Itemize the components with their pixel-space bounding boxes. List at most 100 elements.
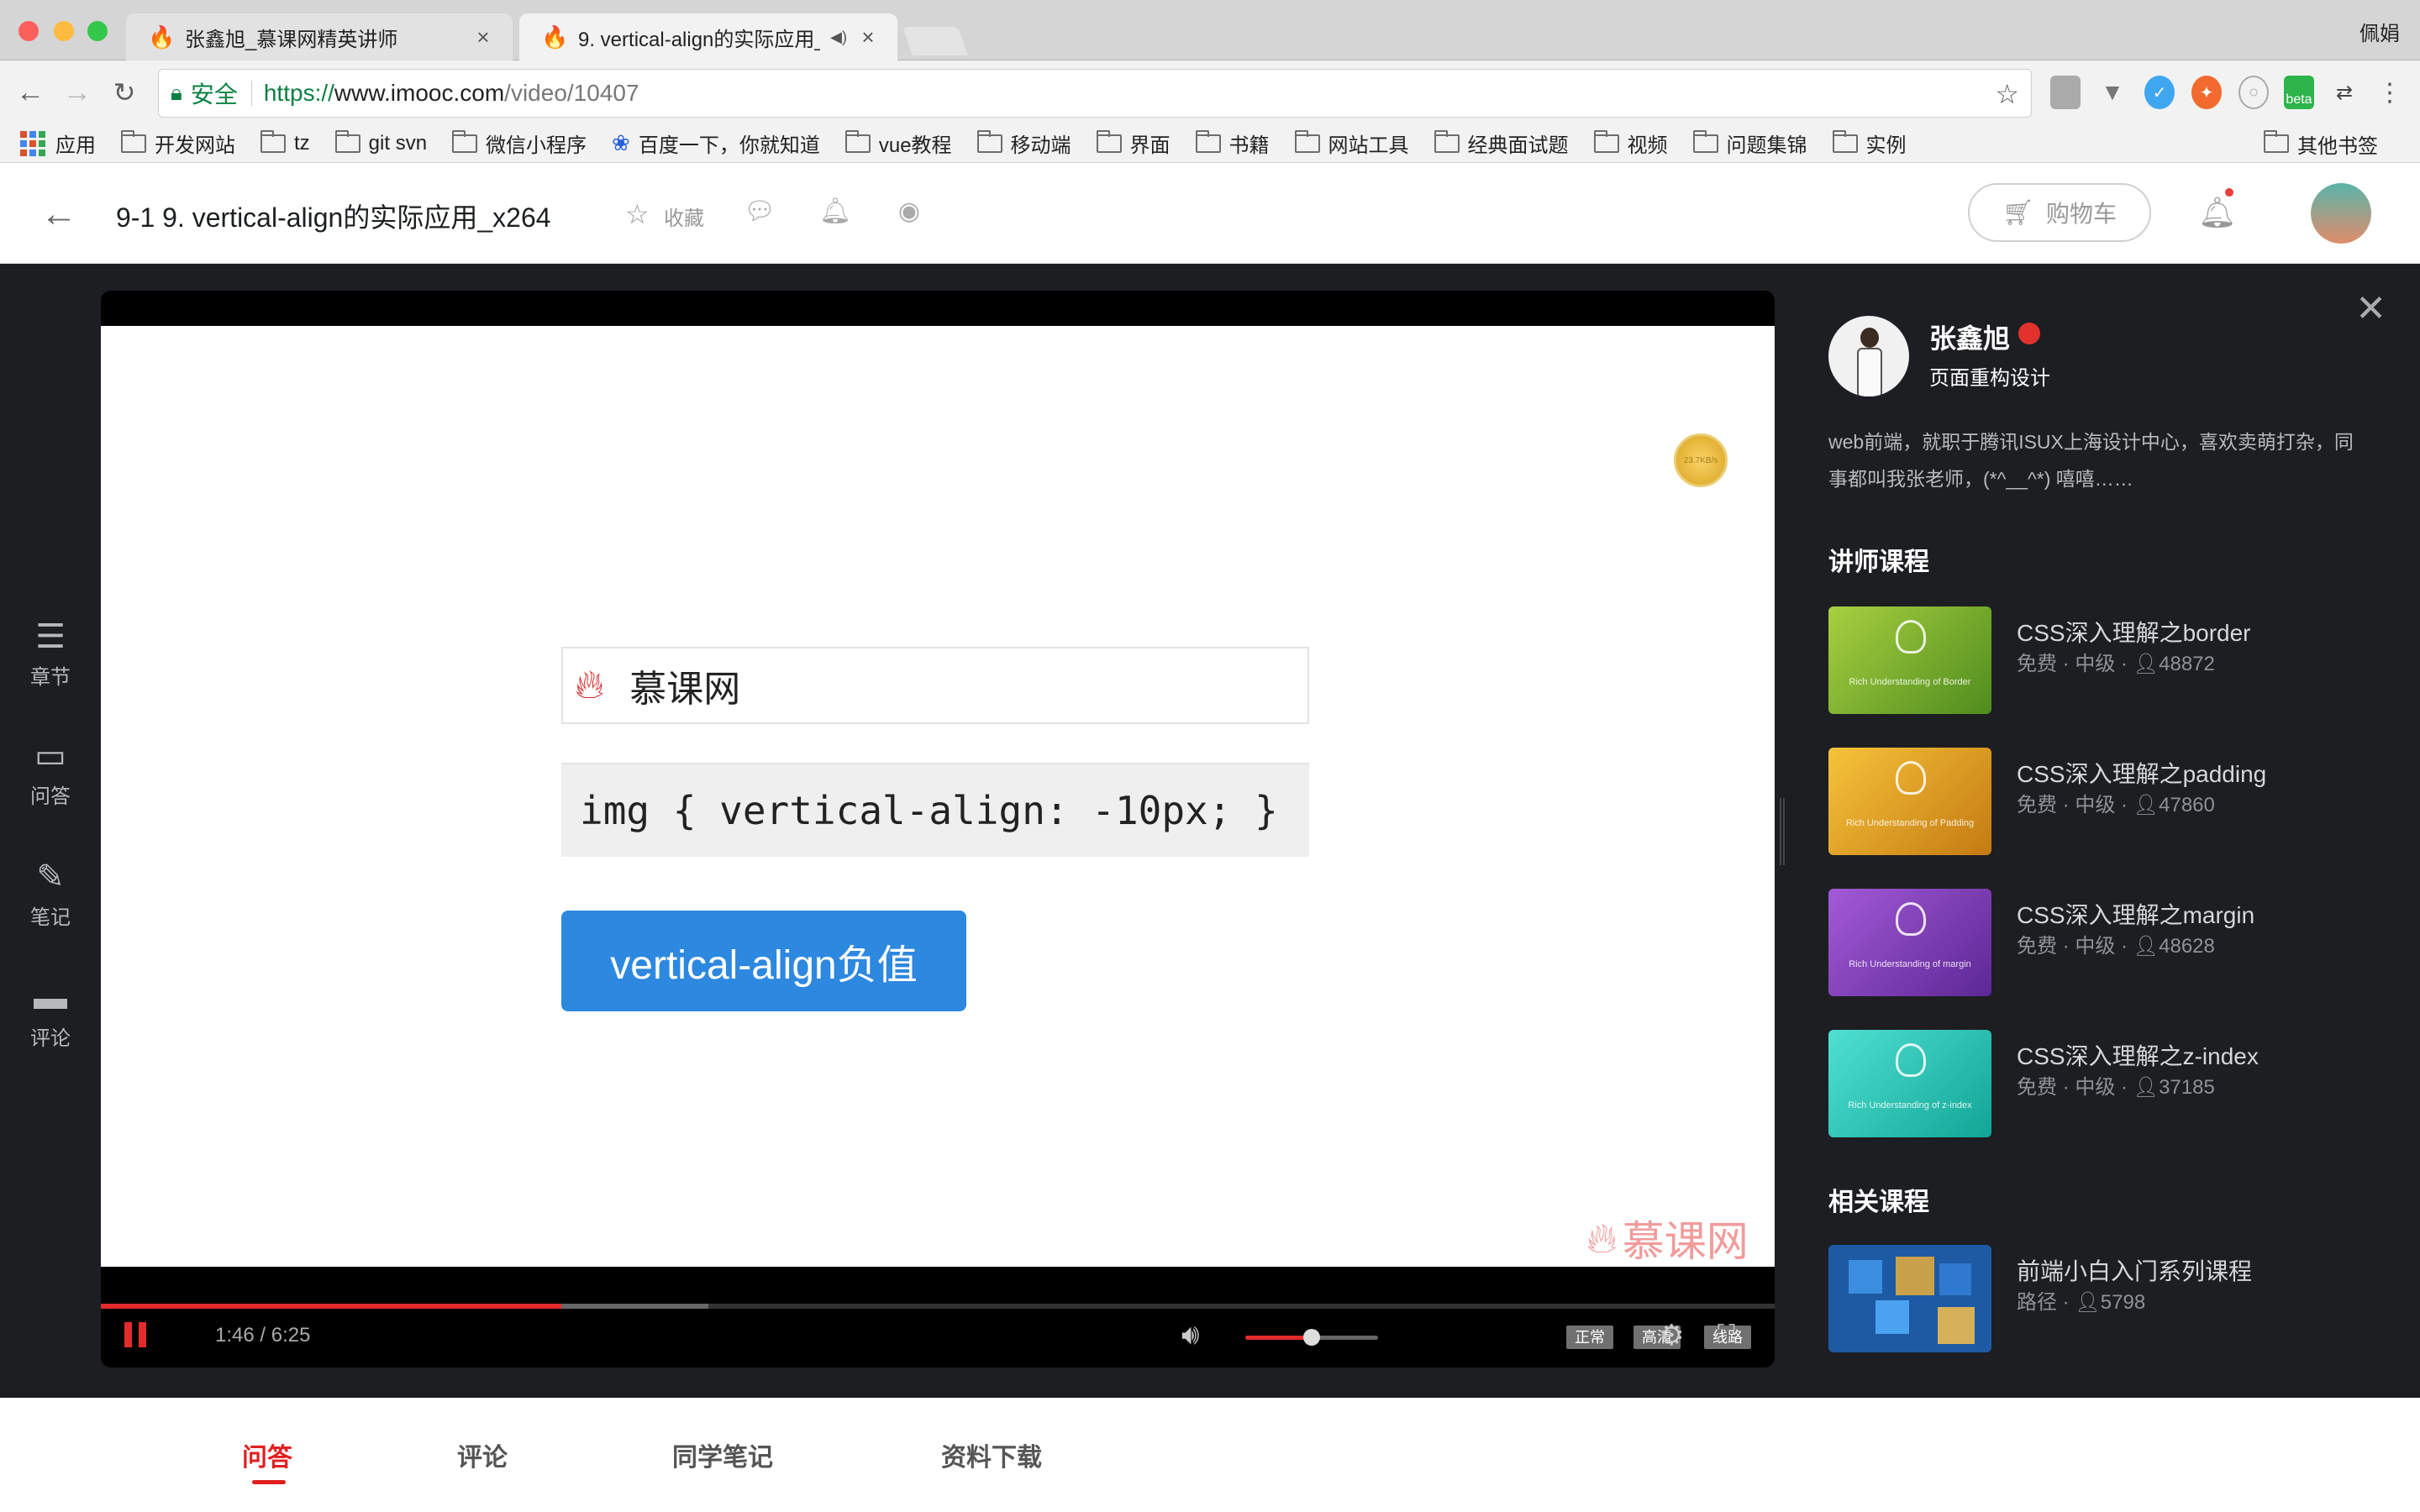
course-title[interactable]: CSS深入理解之margin: [2017, 897, 2254, 931]
extension-vue-icon[interactable]: ▼: [2097, 76, 2128, 109]
forward-icon[interactable]: →: [54, 69, 101, 116]
course-meta: 免费 · 中级 · 👤︎48872: [2017, 653, 2215, 675]
fullscreen-icon[interactable]: ⛶: [1718, 1320, 1735, 1349]
content-tabs: 问答 评论 同学笔记 资料下载: [0, 1398, 2420, 1512]
video-player[interactable]: 23.7KB/s 🔥︎ 慕课网 img { vertical-align: -1…: [101, 291, 1775, 1368]
course-card[interactable]: Rich Understanding of Border CSS深入理解之bor…: [1828, 606, 2417, 716]
tab-comments[interactable]: 评论: [457, 1436, 508, 1473]
bookmark-other[interactable]: 其他书签: [2264, 124, 2378, 163]
related-courses-heading: 相关课程: [1828, 1189, 1929, 1216]
extension-translate-icon[interactable]: ⇄: [2329, 76, 2360, 109]
course-title[interactable]: CSS深入理解之border: [2017, 615, 2251, 648]
browser-tab-bar: 🔥 张鑫旭_慕课网精英讲师 × 🔥 9. vertical-align的实际应用…: [0, 0, 2420, 60]
back-arrow-icon[interactable]: ←: [40, 193, 77, 235]
bookmark-folder[interactable]: tz: [260, 129, 310, 155]
time-display: 1:46 / 6:25: [215, 1324, 311, 1347]
bookmark-folder[interactable]: 移动端: [976, 129, 1071, 158]
bookmark-folder[interactable]: 问题集锦: [1692, 129, 1807, 158]
bookmark-apps[interactable]: 应用: [20, 129, 96, 158]
students-icon: 👤︎: [2133, 1076, 2160, 1099]
video-frame[interactable]: 23.7KB/s 🔥︎ 慕课网 img { vertical-align: -1…: [101, 326, 1775, 1267]
extension-blue-icon[interactable]: ✓: [2144, 76, 2175, 109]
left-nav-notes[interactable]: ✎ 笔记: [0, 857, 101, 930]
browser-menu-icon[interactable]: ⋮: [2375, 76, 2405, 109]
qq-share-icon[interactable]: 🔔︎: [818, 197, 852, 227]
settings-gear-icon[interactable]: ⚙: [1659, 1319, 1684, 1352]
cart-button[interactable]: 🛒︎ 购物车: [1968, 183, 2151, 242]
pause-icon[interactable]: [124, 1322, 146, 1347]
folder-icon: [260, 129, 286, 153]
video-main-area: ☰ 章节 ▭ 问答 ✎ 笔记 ▬ 评论 23.7KB/s 🔥︎ 慕课网 img …: [0, 264, 2420, 1398]
window-close-button[interactable]: [18, 21, 39, 41]
bookmark-folder[interactable]: 界面: [1096, 129, 1171, 158]
course-card[interactable]: Rich Understanding of margin CSS深入理解之mar…: [1828, 889, 2417, 998]
teacher-name[interactable]: 张鑫旭: [1929, 318, 2010, 356]
bookmark-folder[interactable]: git svn: [334, 129, 427, 155]
course-card[interactable]: Rich Understanding of Padding CSS深入理解之pa…: [1828, 748, 2417, 857]
reload-icon[interactable]: ↻: [101, 69, 148, 116]
favorite-star-icon[interactable]: ☆: [625, 198, 650, 230]
window-minimize-button[interactable]: [54, 21, 74, 41]
course-title[interactable]: CSS深入理解之padding: [2017, 756, 2266, 790]
bookmark-folder[interactable]: 网站工具: [1294, 129, 1409, 158]
tab-close-icon[interactable]: ×: [857, 24, 879, 50]
browser-tab-video[interactable]: 🔥 9. vertical-align的实际应用_ ◀) ×: [519, 13, 897, 60]
browser-profile-name[interactable]: 佩娟: [2360, 17, 2400, 46]
url-text[interactable]: https://www.imooc.com/video/10407: [264, 80, 639, 107]
bookmark-folder[interactable]: 实例: [1832, 129, 1907, 158]
weibo-share-icon[interactable]: ◉: [892, 197, 926, 227]
course-thumbnail: Rich Understanding of Padding: [1828, 748, 1991, 855]
browser-tab-teacher[interactable]: 🔥 张鑫旭_慕课网精英讲师 ×: [126, 13, 513, 60]
extension-beta-icon[interactable]: beta: [2284, 76, 2314, 109]
tab-student-notes[interactable]: 同学笔记: [672, 1436, 773, 1473]
tab-downloads[interactable]: 资料下载: [941, 1436, 1042, 1473]
slide-logo-text: 慕课网: [629, 669, 741, 710]
address-bar[interactable]: 🔒︎ 安全 https://www.imooc.com/video/10407 …: [158, 69, 2032, 118]
user-avatar[interactable]: [2311, 183, 2371, 244]
close-panel-icon[interactable]: ✕: [2355, 287, 2386, 330]
notification-bell-icon[interactable]: 🔔︎: [2198, 195, 2237, 230]
course-level: 中级: [2075, 935, 2116, 958]
extension-qr-icon[interactable]: [2050, 76, 2081, 109]
course-card[interactable]: 前端小白入门系列课程 路径 · 👤︎5798: [1828, 1245, 2417, 1354]
laurel-icon: [1896, 761, 1926, 795]
volume-icon[interactable]: 🔊︎: [1181, 1319, 1199, 1352]
favorite-label[interactable]: 收藏: [664, 202, 704, 231]
tab-close-icon[interactable]: ×: [472, 24, 494, 50]
course-students: 5798: [2100, 1291, 2146, 1314]
students-icon: 👤︎: [2133, 653, 2160, 675]
panel-resize-handle[interactable]: [1780, 798, 1785, 865]
window-zoom-button[interactable]: [87, 21, 108, 41]
left-nav-chapters[interactable]: ☰ 章节: [0, 617, 101, 690]
bookmark-folder[interactable]: vue教程: [844, 129, 952, 158]
new-tab-button[interactable]: [902, 27, 969, 55]
students-icon: 👤︎: [2133, 794, 2160, 816]
tab-audio-icon[interactable]: ◀): [830, 29, 847, 46]
tab-qa[interactable]: 问答: [242, 1436, 292, 1473]
volume-knob[interactable]: [1303, 1329, 1320, 1346]
comments-icon: ▬: [34, 979, 67, 1016]
extension-orange-icon[interactable]: ✦: [2191, 76, 2222, 109]
course-level: 中级: [2075, 653, 2116, 675]
bookmark-baidu[interactable]: ❀ 百度一下，你就知道: [612, 129, 820, 158]
folder-icon: [1294, 129, 1320, 153]
extension-circle-icon[interactable]: ○: [2238, 76, 2269, 109]
wechat-share-icon[interactable]: 💬︎: [743, 197, 776, 227]
back-icon[interactable]: ←: [7, 69, 54, 116]
course-title[interactable]: 前端小白入门系列课程: [2017, 1253, 2252, 1287]
course-price: 免费: [2017, 1076, 2057, 1099]
bookmark-folder[interactable]: 视频: [1593, 129, 1668, 158]
left-nav-qa[interactable]: ▭ 问答: [0, 736, 101, 809]
course-title[interactable]: CSS深入理解之z-index: [2017, 1038, 2259, 1072]
left-nav-comments[interactable]: ▬ 评论: [0, 978, 101, 1051]
bookmark-folder[interactable]: 开发网站: [121, 129, 235, 158]
folder-icon: [1195, 129, 1221, 153]
bookmark-folder[interactable]: 书籍: [1195, 129, 1270, 158]
course-card[interactable]: Rich Understanding of z-index CSS深入理解之z-…: [1828, 1030, 2417, 1139]
bookmark-star-icon[interactable]: ☆: [1995, 78, 2019, 110]
bookmark-folder[interactable]: 经典面试题: [1434, 129, 1569, 158]
bookmark-folder[interactable]: 微信小程序: [452, 129, 587, 158]
left-nav-label: 评论: [30, 1027, 71, 1050]
quality-normal-button[interactable]: 正常: [1566, 1326, 1613, 1349]
teacher-avatar[interactable]: [1828, 316, 1909, 396]
